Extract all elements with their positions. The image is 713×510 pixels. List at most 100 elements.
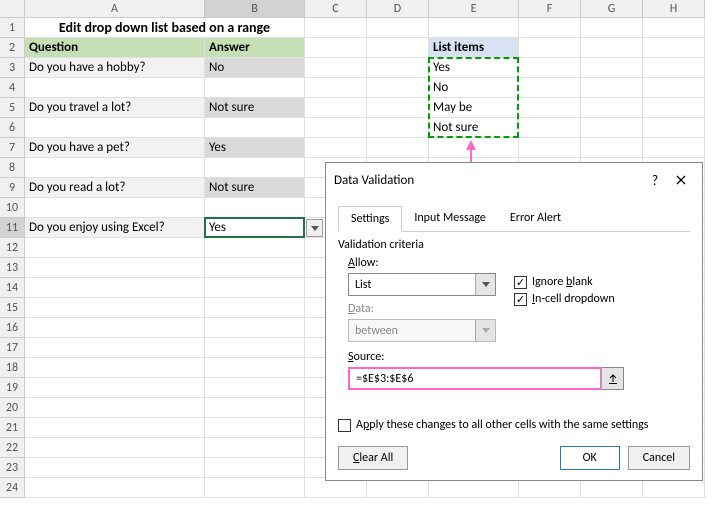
cell[interactable]: [519, 18, 581, 38]
cell[interactable]: [305, 38, 367, 58]
row-header[interactable]: 21: [0, 418, 25, 438]
close-button[interactable]: [668, 169, 694, 191]
cell[interactable]: [25, 238, 205, 258]
cell[interactable]: [643, 18, 705, 38]
ok-button[interactable]: OK: [560, 446, 620, 470]
cell[interactable]: [581, 38, 643, 58]
cell[interactable]: [581, 118, 643, 138]
cell[interactable]: [25, 438, 205, 458]
cell[interactable]: [305, 18, 367, 38]
cell[interactable]: [367, 478, 429, 498]
ignore-blank-checkbox[interactable]: Ignore blank: [514, 275, 615, 289]
list-items-header[interactable]: List items: [429, 38, 519, 58]
col-header-G[interactable]: G: [581, 0, 643, 18]
cell[interactable]: [25, 358, 205, 378]
cell[interactable]: [25, 418, 205, 438]
cell[interactable]: [367, 78, 429, 98]
cell[interactable]: [367, 18, 429, 38]
cell-answer[interactable]: Not sure: [205, 98, 305, 118]
cell-list-item[interactable]: No: [429, 78, 519, 98]
row-header[interactable]: 23: [0, 458, 25, 478]
cell[interactable]: [205, 198, 305, 218]
cell[interactable]: [519, 138, 581, 158]
cell[interactable]: [305, 98, 367, 118]
cell[interactable]: [581, 78, 643, 98]
incell-dropdown-checkbox[interactable]: In-cell dropdown: [514, 292, 615, 306]
tab-input-message[interactable]: Input Message: [402, 206, 498, 232]
row-header[interactable]: 20: [0, 398, 25, 418]
select-all-corner[interactable]: [0, 0, 25, 18]
row-header[interactable]: 14: [0, 278, 25, 298]
row-header[interactable]: 16: [0, 318, 25, 338]
cell[interactable]: [519, 118, 581, 138]
answer-header[interactable]: Answer: [205, 38, 305, 58]
cell[interactable]: [581, 478, 643, 498]
row-header[interactable]: 9: [0, 178, 25, 198]
col-header-C[interactable]: C: [305, 0, 367, 18]
cancel-button[interactable]: Cancel: [628, 446, 690, 470]
cell[interactable]: [643, 78, 705, 98]
cell[interactable]: [429, 478, 519, 498]
row-header[interactable]: 12: [0, 238, 25, 258]
cell[interactable]: [581, 58, 643, 78]
cell[interactable]: [205, 158, 305, 178]
collapse-dialog-button[interactable]: [601, 368, 623, 389]
cell[interactable]: [25, 458, 205, 478]
cell[interactable]: [25, 278, 205, 298]
row-header[interactable]: 6: [0, 118, 25, 138]
row-header[interactable]: 17: [0, 338, 25, 358]
cell[interactable]: [643, 118, 705, 138]
cell[interactable]: [205, 478, 305, 498]
cell[interactable]: [205, 358, 305, 378]
col-header-F[interactable]: F: [519, 0, 581, 18]
cell[interactable]: [519, 38, 581, 58]
row-header[interactable]: 13: [0, 258, 25, 278]
cell[interactable]: [25, 198, 205, 218]
dialog-titlebar[interactable]: Data Validation ?: [326, 163, 702, 197]
col-header-A[interactable]: A: [25, 0, 205, 18]
cell[interactable]: [643, 478, 705, 498]
cell[interactable]: [519, 478, 581, 498]
clear-all-button[interactable]: Clear All: [338, 446, 408, 470]
cell[interactable]: [25, 378, 205, 398]
row-header[interactable]: 10: [0, 198, 25, 218]
cell[interactable]: [205, 418, 305, 438]
cell[interactable]: [429, 138, 519, 158]
cell[interactable]: [581, 138, 643, 158]
cell[interactable]: [25, 298, 205, 318]
cell[interactable]: [367, 98, 429, 118]
cell[interactable]: [205, 318, 305, 338]
cell[interactable]: [25, 158, 205, 178]
cell[interactable]: [305, 478, 367, 498]
row-header[interactable]: 5: [0, 98, 25, 118]
title-cell[interactable]: Edit drop down list based on a range: [25, 18, 305, 38]
cell-answer[interactable]: No: [205, 58, 305, 78]
cell[interactable]: [305, 78, 367, 98]
cell[interactable]: [429, 18, 519, 38]
question-header[interactable]: Question: [25, 38, 205, 58]
cell[interactable]: [25, 398, 205, 418]
row-header[interactable]: 11: [0, 218, 25, 238]
cell[interactable]: [519, 98, 581, 118]
apply-to-all-checkbox[interactable]: Apply these changes to all other cells w…: [338, 418, 690, 432]
row-header[interactable]: 22: [0, 438, 25, 458]
allow-dropdown-button[interactable]: [475, 274, 495, 295]
cell-question[interactable]: Do you have a pet?: [25, 138, 205, 158]
dropdown-button[interactable]: [306, 219, 323, 237]
row-header[interactable]: 8: [0, 158, 25, 178]
cell-question[interactable]: Do you read a lot?: [25, 178, 205, 198]
cell[interactable]: [205, 338, 305, 358]
col-header-E[interactable]: E: [429, 0, 519, 18]
cell[interactable]: [367, 58, 429, 78]
row-header[interactable]: 18: [0, 358, 25, 378]
col-header-B[interactable]: B: [205, 0, 305, 18]
cell[interactable]: [205, 398, 305, 418]
cell[interactable]: [519, 78, 581, 98]
cell[interactable]: [643, 138, 705, 158]
cell[interactable]: [205, 458, 305, 478]
cell[interactable]: [581, 98, 643, 118]
cell-list-item[interactable]: May be: [429, 98, 519, 118]
cell-answer[interactable]: Yes: [205, 138, 305, 158]
cell[interactable]: [367, 138, 429, 158]
cell[interactable]: [205, 258, 305, 278]
